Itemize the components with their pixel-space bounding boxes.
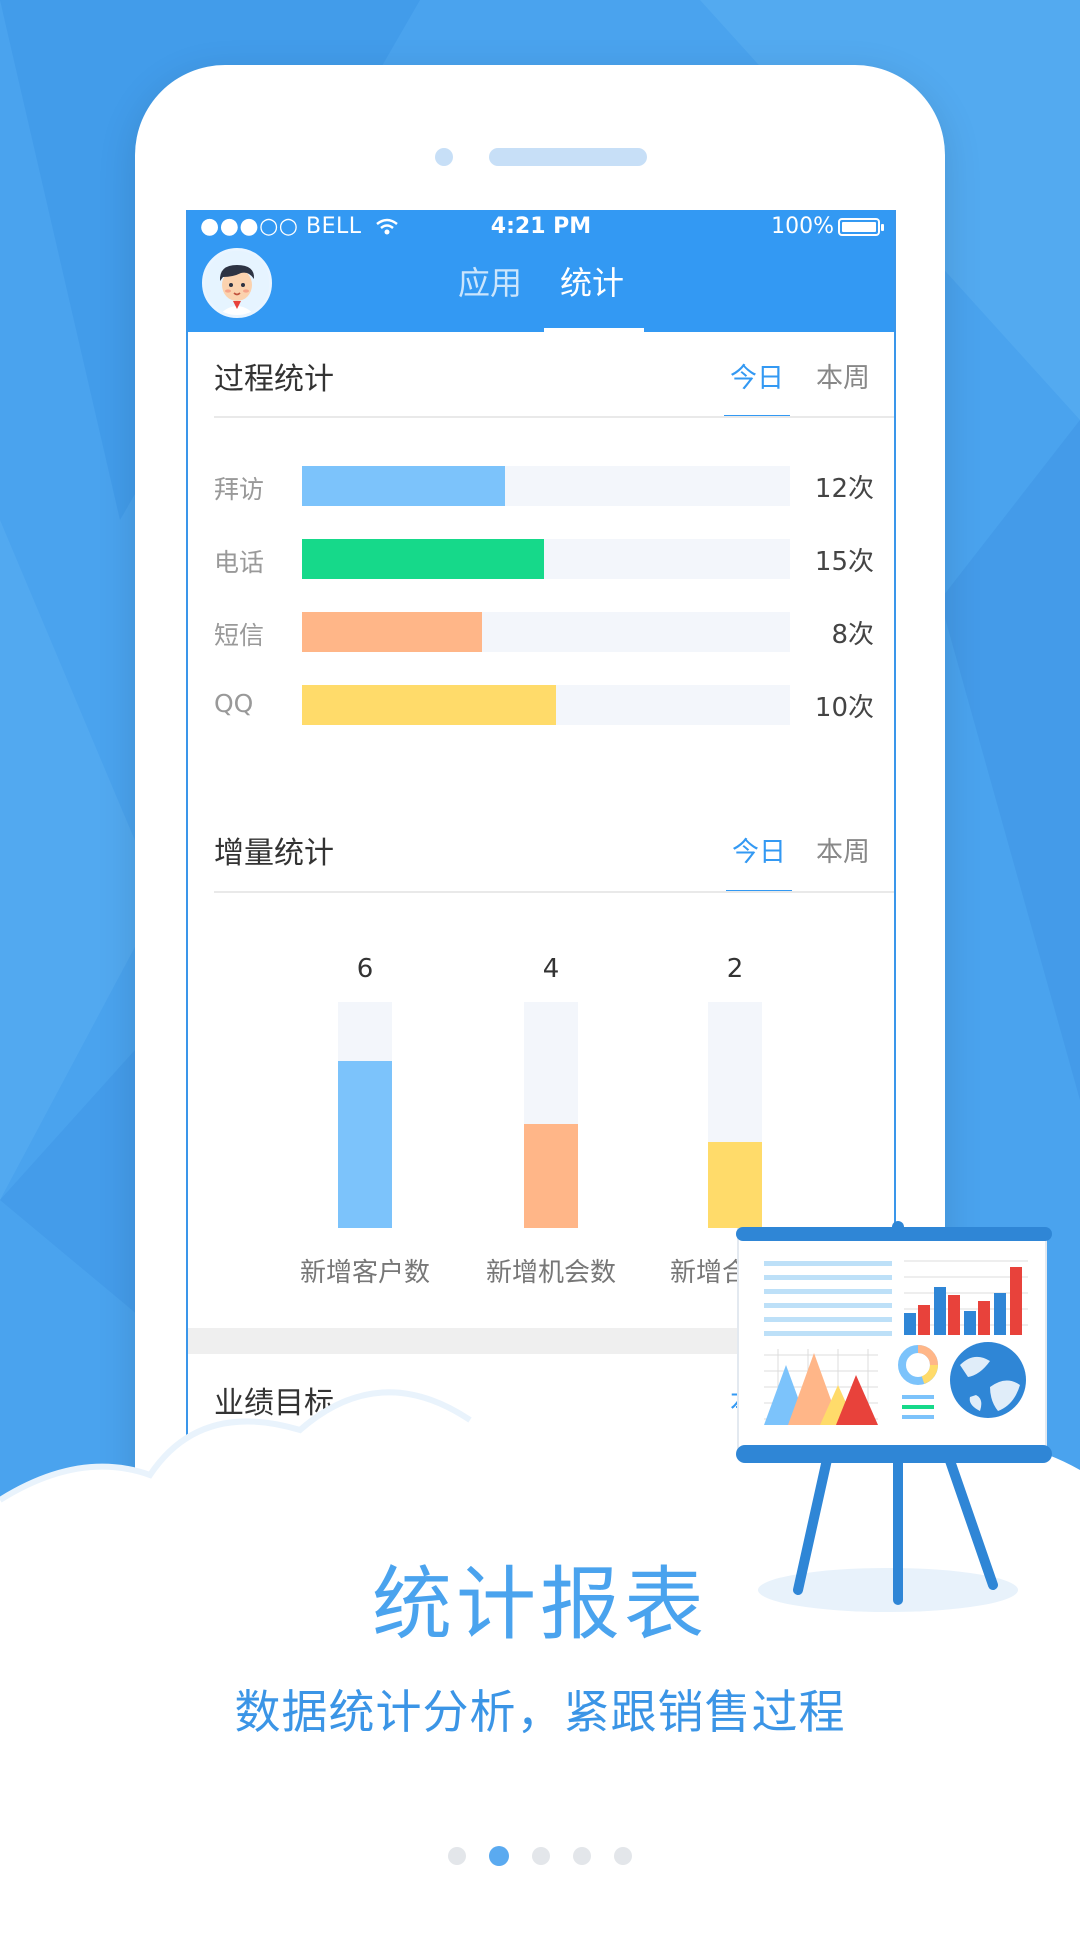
divider (214, 416, 894, 418)
process-bar-fill (302, 612, 482, 652)
chart-easel-icon (736, 1221, 1052, 1612)
battery-icon (838, 218, 884, 236)
tab-apps[interactable]: 应用 (458, 258, 522, 304)
increment-stats-title: 增量统计 (214, 836, 334, 871)
process-bar-track (302, 539, 790, 579)
process-stats-title: 过程统计 (214, 362, 334, 397)
process-row-value: 12次 (814, 474, 874, 504)
top-tabs: 应用 统计 (188, 258, 894, 332)
speaker-grill (489, 148, 647, 166)
process-row-label: 电话 (214, 548, 265, 577)
page-dot[interactable] (614, 1846, 633, 1865)
page-dot[interactable] (447, 1846, 466, 1865)
process-row-label: QQ (214, 689, 254, 718)
process-bar-track (302, 612, 790, 652)
process-row-label: 短信 (214, 621, 265, 650)
process-row-value: 8次 (831, 620, 874, 650)
pagination-dots (0, 1845, 1080, 1866)
process-row-value: 15次 (814, 547, 874, 577)
increment-column-fill (338, 1061, 392, 1228)
tab-indicator (544, 328, 644, 332)
increment-today-tab[interactable]: 今日 (732, 830, 786, 869)
increment-column-track (338, 1002, 392, 1228)
increment-column-fill (524, 1124, 578, 1228)
process-bar-fill (302, 539, 544, 579)
process-bar-track (302, 685, 790, 725)
process-today-tab[interactable]: 今日 (730, 356, 784, 395)
process-bar-track (302, 466, 790, 506)
page-dot-active[interactable] (488, 1845, 509, 1866)
increment-value: 4 (542, 954, 560, 984)
increment-value: 6 (356, 954, 374, 984)
increment-column-track (708, 1002, 762, 1228)
process-row-value: 10次 (814, 693, 874, 723)
page-dot[interactable] (532, 1846, 550, 1865)
divider (214, 891, 894, 893)
app-header: ●●●○○ BELL 4:21 PM 100% 应用 统计 (188, 210, 894, 332)
camera-dot (435, 148, 453, 166)
increment-value: 2 (726, 954, 744, 984)
tab-stats[interactable]: 统计 (560, 258, 624, 304)
process-bar-fill (302, 466, 505, 506)
process-bar-fill (302, 685, 556, 725)
process-week-tab[interactable]: 本周 (816, 356, 870, 395)
process-row-label: 拜访 (214, 475, 265, 504)
page-dot[interactable] (573, 1846, 592, 1865)
increment-column-label: 新增机会数 (485, 1258, 616, 1288)
increment-column-track (524, 1002, 578, 1228)
status-bar: ●●●○○ BELL 4:21 PM 100% (188, 210, 894, 246)
battery-percent: 100% (771, 214, 834, 239)
increment-week-tab[interactable]: 本周 (816, 830, 870, 869)
promo-subtitle: 数据统计分析，紧跟销售过程 (234, 1685, 846, 1739)
increment-column-label: 新增客户数 (299, 1258, 430, 1288)
